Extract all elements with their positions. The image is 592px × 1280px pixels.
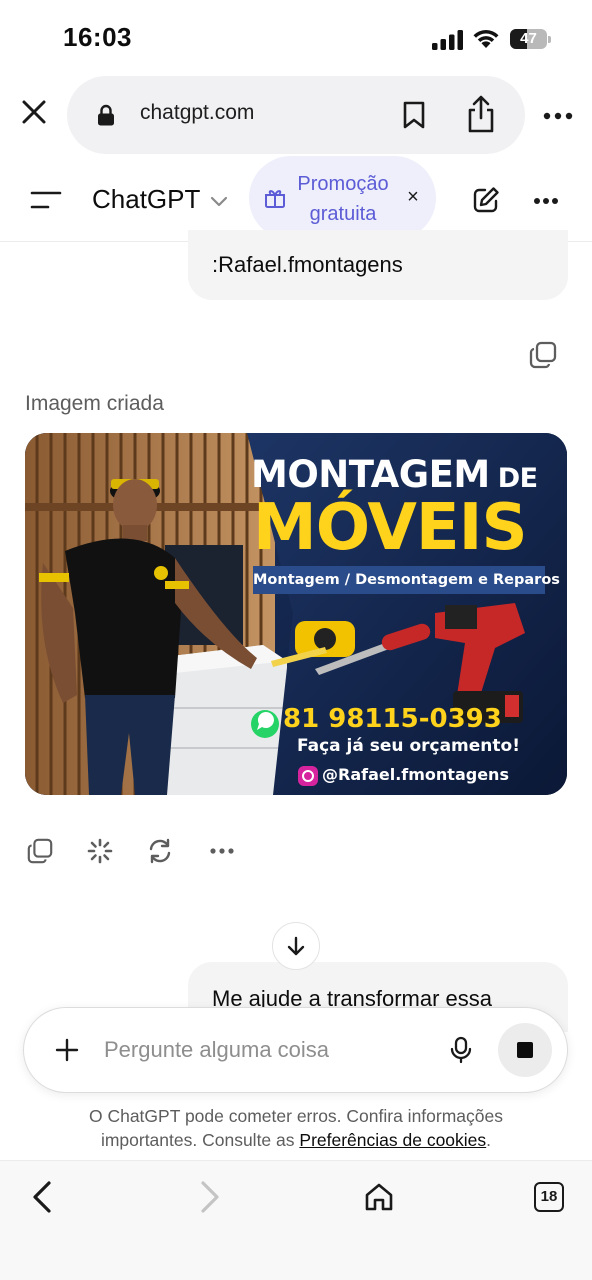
generated-image[interactable]: MONTAGEM DE MÓVEIS Montagem / Desmontagem… <box>25 433 567 795</box>
poster-cta: Faça já seu orçamento! <box>297 736 520 756</box>
message-actions <box>22 833 262 871</box>
promo-label: Promoção gratuita <box>297 173 389 225</box>
more-horizontal-icon <box>543 112 573 120</box>
copy-icon <box>27 838 53 864</box>
user-message: :Rafael.fmontagens <box>188 230 568 300</box>
share-icon[interactable] <box>465 94 497 134</box>
battery-icon: 47 <box>510 29 551 49</box>
poster-headline-montagem: MONTAGEM <box>251 453 490 496</box>
poster-headline: MONTAGEM DE <box>251 453 538 496</box>
status-bar: 16:03 47 <box>0 0 592 76</box>
loading-button[interactable] <box>82 833 118 869</box>
wifi-icon <box>473 29 499 48</box>
lock-icon <box>98 104 114 126</box>
regenerate-button[interactable] <box>142 833 178 869</box>
arrow-down-icon <box>287 936 305 956</box>
cookie-preferences-link[interactable]: Preferências de cookies <box>299 1130 486 1150</box>
poster-headline-moveis: MÓVEIS <box>253 491 528 565</box>
composer <box>23 1007 568 1093</box>
stop-button[interactable] <box>498 1023 552 1077</box>
cellular-signal-icon <box>432 30 463 50</box>
scroll-to-bottom-button[interactable] <box>272 922 320 970</box>
forward-icon <box>201 1181 219 1213</box>
promo-close-button[interactable]: × <box>403 186 423 208</box>
regenerate-icon <box>149 838 171 864</box>
copy-icon[interactable] <box>528 340 558 370</box>
tabs-button[interactable]: 18 <box>527 1175 571 1219</box>
model-selector[interactable]: ChatGPT <box>92 184 200 215</box>
back-button[interactable] <box>20 1175 64 1219</box>
status-time: 16:03 <box>63 22 132 52</box>
more-actions-button[interactable] <box>204 833 240 869</box>
microphone-icon <box>450 1036 472 1064</box>
stop-icon <box>517 1042 533 1058</box>
forward-button[interactable] <box>188 1175 232 1219</box>
url-text: chatgpt.com <box>140 101 255 124</box>
poster-headline-de: DE <box>497 463 538 494</box>
close-tab-button[interactable] <box>14 92 54 132</box>
dictate-button[interactable] <box>436 1025 486 1075</box>
menu-icon[interactable] <box>26 182 66 218</box>
browser-bar: chatgpt.com <box>0 76 592 156</box>
home-icon <box>365 1183 393 1211</box>
back-icon <box>33 1181 51 1213</box>
gift-icon <box>265 190 285 208</box>
disclaimer: O ChatGPT pode cometer erros. Confira in… <box>40 1104 552 1152</box>
address-bar[interactable]: chatgpt.com <box>67 76 525 154</box>
loading-spinner-icon <box>87 838 113 864</box>
bookmark-icon[interactable] <box>401 100 427 130</box>
home-button[interactable] <box>357 1175 401 1219</box>
attach-button[interactable] <box>42 1025 92 1075</box>
plus-icon <box>55 1038 79 1062</box>
close-icon <box>22 100 46 124</box>
poster-subtitle: Montagem / Desmontagem e Reparos <box>253 566 560 594</box>
more-horizontal-icon <box>210 848 234 854</box>
copy-button[interactable] <box>22 833 58 869</box>
browser-toolbar: 18 <box>0 1160 592 1280</box>
poster-phone: 81 98115-0393 <box>283 704 502 734</box>
tab-count: 18 <box>534 1182 564 1212</box>
disclaimer-end: . <box>486 1130 492 1150</box>
poster-instagram: @Rafael.fmontagens <box>322 765 509 784</box>
new-chat-icon[interactable] <box>470 184 502 216</box>
instagram-icon <box>298 766 318 786</box>
image-created-label: Imagem criada <box>25 392 164 415</box>
message-input[interactable] <box>104 1032 424 1068</box>
chat-options-button[interactable] <box>528 186 564 216</box>
browser-more-button[interactable] <box>540 98 576 134</box>
free-promo-button[interactable]: Promoção gratuita × <box>249 156 436 240</box>
chevron-down-icon[interactable] <box>208 190 230 212</box>
user-message-text: :Rafael.fmontagens <box>212 252 403 277</box>
battery-level: 47 <box>520 30 537 47</box>
more-horizontal-icon <box>534 198 558 204</box>
